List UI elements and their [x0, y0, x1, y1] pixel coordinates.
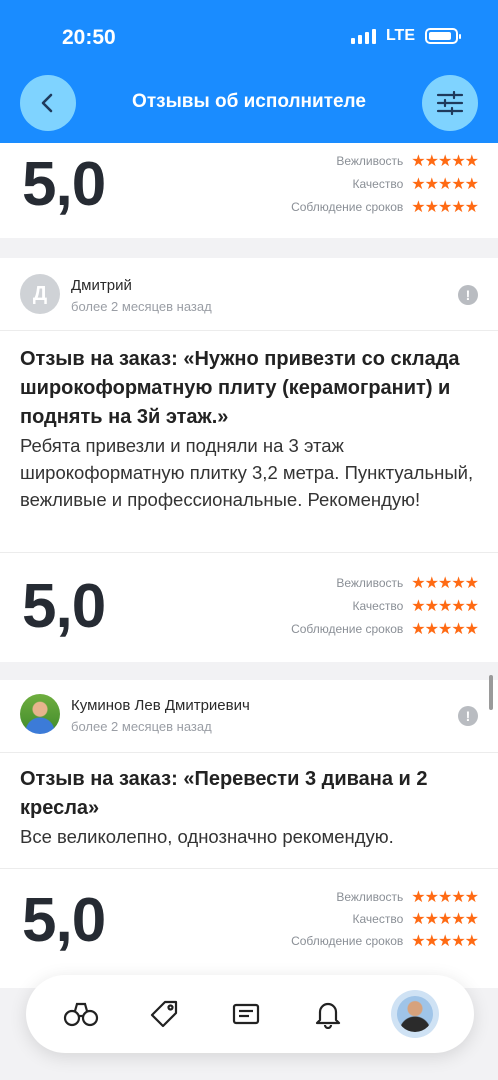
criterion-politeness: Вежливость ★★★★★ [336, 153, 479, 170]
criterion-deadlines: Соблюдение сроков ★★★★★ [291, 933, 479, 950]
avatar [396, 996, 433, 1032]
profile-avatar[interactable] [390, 990, 439, 1038]
bottom-nav [26, 975, 474, 1053]
stars-icon: ★★★★★ [411, 199, 479, 216]
criterion-quality: Качество ★★★★★ [352, 911, 479, 928]
filter-button[interactable] [422, 75, 478, 131]
review-rating: 5,0 Вежливость ★★★★★ Качество ★★★★★ Соблюд… [0, 552, 498, 662]
avatar[interactable]: Д [20, 274, 60, 314]
rating-summary: 5,0 Вежливость ★★★★★ Качество ★★★★★ Соблюд… [0, 143, 498, 238]
stars-icon: ★★★★★ [411, 933, 479, 950]
criterion-quality: Качество ★★★★★ [352, 598, 479, 615]
document-icon[interactable] [226, 994, 266, 1034]
review-title: Отзыв на заказ: «Перевести 3 дивана и 2 … [20, 768, 428, 819]
criterion-quality: Качество ★★★★★ [352, 176, 479, 193]
divider [0, 662, 498, 682]
rating-score: 5,0 [22, 572, 106, 641]
criterion-deadlines: Соблюдение сроков ★★★★★ [291, 199, 479, 216]
app-header: 20:50 LTE Отзывы об исполнителе [0, 0, 498, 143]
review-text: Ребята привезли и подняли на 3 этаж широ… [20, 435, 474, 510]
review-title: Отзыв на заказ: «Нужно привезти со склад… [20, 348, 460, 428]
review-author[interactable]: Дмитрий [71, 277, 132, 294]
tag-icon[interactable] [144, 994, 184, 1034]
review-header: Куминов Лев Дмитриевич более 2 месяцев н… [0, 680, 498, 752]
review-rating: 5,0 Вежливость ★★★★★ Качество ★★★★★ Соблюд… [0, 868, 498, 988]
stars-icon: ★★★★★ [411, 621, 479, 638]
divider [0, 238, 498, 258]
stars-icon: ★★★★★ [411, 153, 479, 170]
bell-icon[interactable] [308, 994, 348, 1034]
review-body: Отзыв на заказ: «Перевести 3 дивана и 2 … [0, 752, 498, 868]
avatar[interactable] [20, 694, 60, 734]
review-author[interactable]: Куминов Лев Дмитриевич [71, 697, 250, 714]
criterion-politeness: Вежливость ★★★★★ [336, 889, 479, 906]
stars-icon: ★★★★★ [411, 911, 479, 928]
signal-icon [350, 28, 376, 44]
rating-score: 5,0 [22, 886, 106, 955]
stars-icon: ★★★★★ [411, 575, 479, 592]
status-time: 20:50 [62, 26, 116, 49]
stars-icon: ★★★★★ [411, 598, 479, 615]
stars-icon: ★★★★★ [411, 889, 479, 906]
report-icon[interactable]: ! [458, 706, 478, 726]
scrollbar[interactable] [489, 675, 493, 710]
criterion-deadlines: Соблюдение сроков ★★★★★ [291, 621, 479, 638]
sliders-icon [436, 91, 464, 115]
review-date: более 2 месяцев назад [71, 719, 212, 734]
report-icon[interactable]: ! [458, 285, 478, 305]
binoculars-icon[interactable] [61, 994, 101, 1034]
battery-icon [425, 28, 461, 44]
rating-score: 5,0 [22, 150, 106, 219]
status-indicators: LTE [350, 27, 461, 45]
review-date: более 2 месяцев назад [71, 299, 212, 314]
network-label: LTE [385, 27, 415, 44]
stars-icon: ★★★★★ [411, 176, 479, 193]
review-body: Отзыв на заказ: «Нужно привезти со склад… [0, 330, 498, 552]
review-header: Д Дмитрий более 2 месяцев назад ! [0, 258, 498, 330]
review-text: Все великолепно, однозначно рекомендую. [20, 826, 394, 847]
criterion-politeness: Вежливость ★★★★★ [336, 575, 479, 592]
